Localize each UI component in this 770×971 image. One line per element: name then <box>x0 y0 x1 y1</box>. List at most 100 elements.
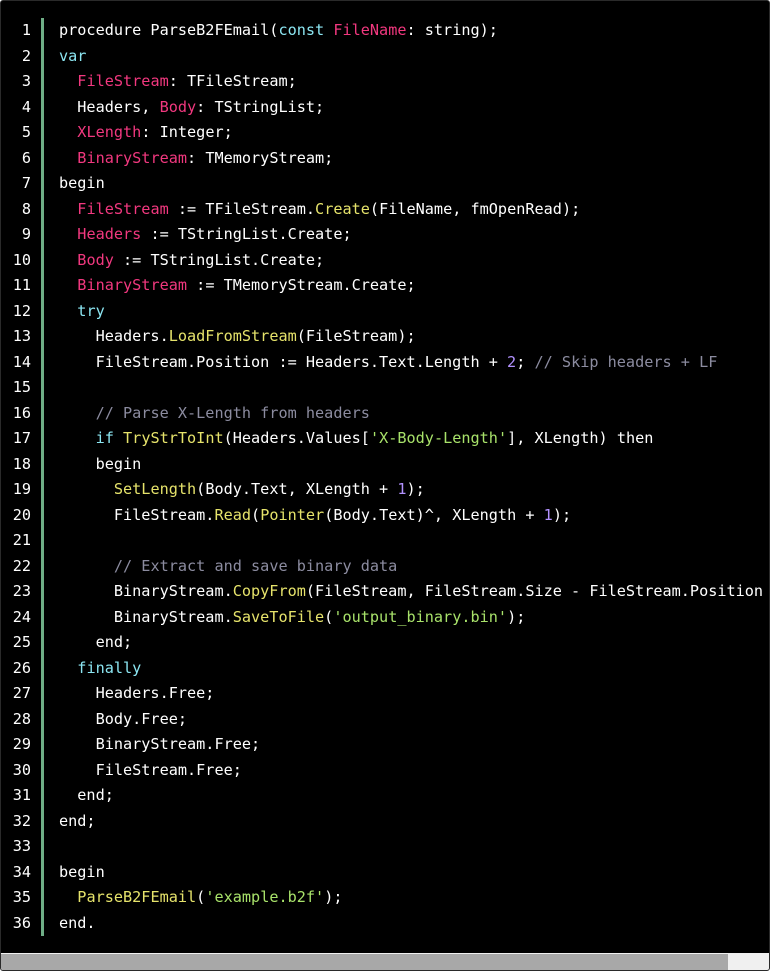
line-text: FileStream: TFileStream; <box>59 69 297 95</box>
code-token: ; <box>516 352 535 371</box>
code-token: : TFileStream; <box>168 72 297 90</box>
line-number: 14 <box>12 352 31 371</box>
code-token: finally <box>77 658 142 677</box>
line-number: 12 <box>12 301 31 320</box>
code-line: 14 FileStream.Position := Headers.Text.L… <box>1 350 769 376</box>
code-token: SaveToFile <box>232 607 325 626</box>
code-line: 20 FileStream.Read(Pointer(Body.Text)^, … <box>1 503 769 529</box>
line-text: end; <box>59 630 133 656</box>
code-token: begin <box>59 174 105 192</box>
line-text: // Extract and save binary data <box>59 554 397 580</box>
code-token: 'example.b2f' <box>205 888 325 906</box>
code-line: 21 <box>1 528 769 554</box>
code-line: 35 ParseB2FEmail('example.b2f'); <box>1 885 769 911</box>
line-text: BinaryStream.CopyFrom(FileStream, FileSt… <box>59 579 763 605</box>
code-line: 32 end; <box>1 809 769 835</box>
code-line: 34 begin <box>1 860 769 886</box>
code-token: var <box>59 46 87 65</box>
code-token: BinaryStream <box>77 148 188 167</box>
code-line: 18 begin <box>1 452 769 478</box>
code-token: Headers <box>77 225 142 243</box>
code-token: (FileStream, FileStream.Size - FileStrea… <box>305 582 764 600</box>
code-line: 11 BinaryStream := TMemoryStream.Create; <box>1 273 769 299</box>
code-token: : TStringList; <box>196 97 325 116</box>
code-token: procedure ParseB2FEmail( <box>59 21 279 39</box>
code-token: ], XLength) then <box>507 429 654 447</box>
code-line: 29 BinaryStream.Free; <box>1 732 769 758</box>
line-number: 33 <box>12 837 31 855</box>
line-text: try <box>59 299 105 325</box>
code-token: TryStrToInt <box>123 429 224 447</box>
code-token: ( <box>196 888 206 906</box>
code-token: 'X-Body-Length' <box>369 429 508 447</box>
code-token: 1 <box>397 480 407 498</box>
code-line: 24 BinaryStream.SaveToFile('output_binar… <box>1 605 769 631</box>
code-token: FileStream.Free; <box>59 760 242 779</box>
line-number: 31 <box>12 786 31 804</box>
code-line: 5 XLength: Integer; <box>1 120 769 146</box>
line-number: 36 <box>12 913 31 932</box>
code-token: : string); <box>406 21 498 39</box>
line-text: finally <box>59 656 141 682</box>
code-line: 36 end. <box>1 911 769 937</box>
code-token: ); <box>552 505 572 524</box>
code-line: 15 <box>1 375 769 401</box>
code-line: 16 // Parse X-Length from headers <box>1 401 769 427</box>
line-number: 34 <box>12 862 31 881</box>
code-area: 1 procedure ParseB2FEmail(const FileName:… <box>1 18 769 936</box>
line-number: 7 <box>21 174 31 192</box>
code-token: Headers.Free; <box>59 684 215 702</box>
line-text: Headers.Free; <box>59 681 215 707</box>
line-number: 28 <box>12 709 31 728</box>
code-line: 2 var <box>1 44 769 70</box>
code-line: 30 FileStream.Free; <box>1 758 769 784</box>
line-text: end. <box>59 911 96 937</box>
code-line: 26 finally <box>1 656 769 682</box>
line-number: 4 <box>21 97 31 116</box>
line-number: 20 <box>12 505 31 524</box>
code-token: ParseB2FEmail <box>77 888 197 906</box>
code-line: 8 FileStream := TFileStream.Create(FileN… <box>1 197 769 223</box>
line-text: Headers := TStringList.Create; <box>59 222 351 248</box>
code-token: Body.Free; <box>59 709 188 728</box>
line-text: FileStream.Read(Pointer(Body.Text)^, XLe… <box>59 503 571 529</box>
code-token: FileStream.Position := Headers.Text.Leng… <box>59 352 508 371</box>
line-number: 27 <box>12 684 31 702</box>
code-token: ); <box>507 607 526 626</box>
code-token: ( <box>324 607 334 626</box>
code-line: 4 Headers, Body: TStringList; <box>1 95 769 121</box>
code-token: Create <box>315 199 370 218</box>
code-token: // Extract and save binary data <box>113 556 398 575</box>
line-number: 9 <box>21 225 31 243</box>
scrollbar-thumb[interactable] <box>1 954 728 970</box>
horizontal-scrollbar[interactable] <box>1 953 769 970</box>
line-text: FileStream.Free; <box>59 758 242 784</box>
line-text: begin <box>59 171 105 197</box>
code-token: FileStream <box>77 72 169 90</box>
line-number: 1 <box>21 21 31 39</box>
code-block: 1 procedure ParseB2FEmail(const FileName:… <box>0 0 770 971</box>
code-line: 19 SetLength(Body.Text, XLength + 1); <box>1 477 769 503</box>
line-number: 35 <box>12 888 31 906</box>
code-line: 33 <box>1 834 769 860</box>
code-token: FileStream. <box>59 505 215 524</box>
code-line: 28 Body.Free; <box>1 707 769 733</box>
line-text: end; <box>59 783 114 809</box>
code-token: FileName <box>333 21 407 39</box>
code-line: 12 try <box>1 299 769 325</box>
line-number: 24 <box>12 607 31 626</box>
code-token: Body <box>77 250 114 269</box>
code-token: try <box>77 301 105 320</box>
code-token: begin <box>59 454 142 473</box>
code-token: end. <box>59 913 96 932</box>
code-token: BinaryStream <box>77 276 188 294</box>
line-number: 2 <box>21 46 31 65</box>
line-number: 6 <box>21 148 31 167</box>
code-token: BinaryStream. <box>59 582 233 600</box>
code-token: (FileStream); <box>296 327 416 345</box>
code-token: begin <box>59 862 105 881</box>
